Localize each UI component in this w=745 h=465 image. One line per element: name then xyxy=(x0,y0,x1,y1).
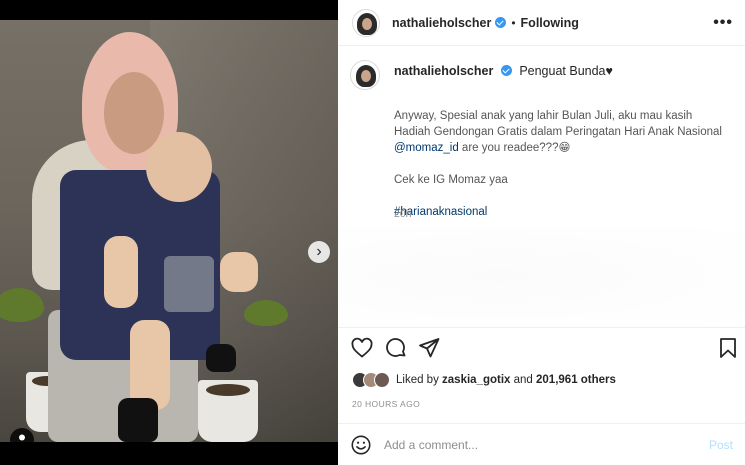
baby-arm-left xyxy=(104,236,138,308)
caption-time[interactable]: 20h xyxy=(394,208,412,220)
plant-left xyxy=(0,288,44,322)
posted-time[interactable]: 20 HOURS AGO xyxy=(352,399,420,409)
post-side-panel: nathalieholscher • Following ••• nathali… xyxy=(338,0,745,465)
header-separator: • xyxy=(511,15,516,30)
header-user-info: nathalieholscher • Following xyxy=(392,16,579,30)
plant-right xyxy=(244,300,288,326)
verified-icon xyxy=(495,17,507,28)
comment-input[interactable] xyxy=(384,437,709,452)
action-bar xyxy=(338,336,745,366)
avatar[interactable] xyxy=(352,8,380,37)
caption-bio: Penguat Bunda♥ xyxy=(519,64,613,78)
comments-placeholder xyxy=(338,226,745,326)
instagram-post-frame: › nathalieholscher • Following ••• natha… xyxy=(0,0,745,465)
caption-area: nathalieholscher Penguat Bunda♥ Anyway, … xyxy=(338,46,745,328)
likes-count[interactable]: 201,961 others xyxy=(536,374,616,386)
caption-line-1-tail: are you readee???😁 xyxy=(458,142,571,154)
following-button[interactable]: Following xyxy=(521,16,579,30)
heart-icon[interactable] xyxy=(350,336,374,360)
likes-middle: and xyxy=(510,374,537,386)
caption-line-2: Cek ke IG Momaz yaa xyxy=(394,174,508,186)
baby-leg xyxy=(130,320,170,410)
pot-right-soil xyxy=(206,384,250,396)
caption-line-1: Anyway, Spesial anak yang lahir Bulan Ju… xyxy=(394,110,722,138)
liker-username[interactable]: zaskia_gotix xyxy=(442,374,510,386)
baby-shoe-right xyxy=(206,344,236,372)
caption-header: nathalieholscher Penguat Bunda♥ xyxy=(394,64,613,78)
comment-icon[interactable] xyxy=(384,336,408,360)
liker-avatar xyxy=(374,372,390,388)
comment-bar: Post xyxy=(338,423,745,465)
baby-head xyxy=(146,132,212,202)
post-comment-button[interactable]: Post xyxy=(709,438,733,452)
verified-icon xyxy=(500,65,512,76)
caption-text: Anyway, Spesial anak yang lahir Bulan Ju… xyxy=(394,108,724,236)
mention-link[interactable]: @momaz_id xyxy=(394,142,459,154)
share-icon[interactable] xyxy=(417,336,441,360)
baby-arm-right xyxy=(220,252,258,292)
likes-prefix: Liked by xyxy=(396,374,443,386)
header-username[interactable]: nathalieholscher xyxy=(392,16,491,30)
next-slide-button[interactable]: › xyxy=(308,241,330,263)
caption-paragraph-1: Anyway, Spesial anak yang lahir Bulan Ju… xyxy=(394,108,724,156)
bookmark-icon[interactable] xyxy=(716,336,740,360)
post-header: nathalieholscher • Following ••• xyxy=(338,0,745,46)
more-options-button[interactable]: ••• xyxy=(713,14,733,32)
carrier-mesh-panel xyxy=(164,256,214,312)
user-tag-icon[interactable] xyxy=(10,428,34,442)
smile-icon[interactable] xyxy=(350,434,372,456)
caption-avatar[interactable] xyxy=(350,60,380,90)
post-media[interactable]: › xyxy=(0,20,338,442)
likes-text: Liked by zaskia_gotix and 201,961 others xyxy=(396,374,616,386)
caption-username[interactable]: nathalieholscher xyxy=(394,64,493,78)
likes-summary[interactable]: Liked by zaskia_gotix and 201,961 others xyxy=(352,372,616,388)
baby-shoe-left xyxy=(118,398,158,442)
